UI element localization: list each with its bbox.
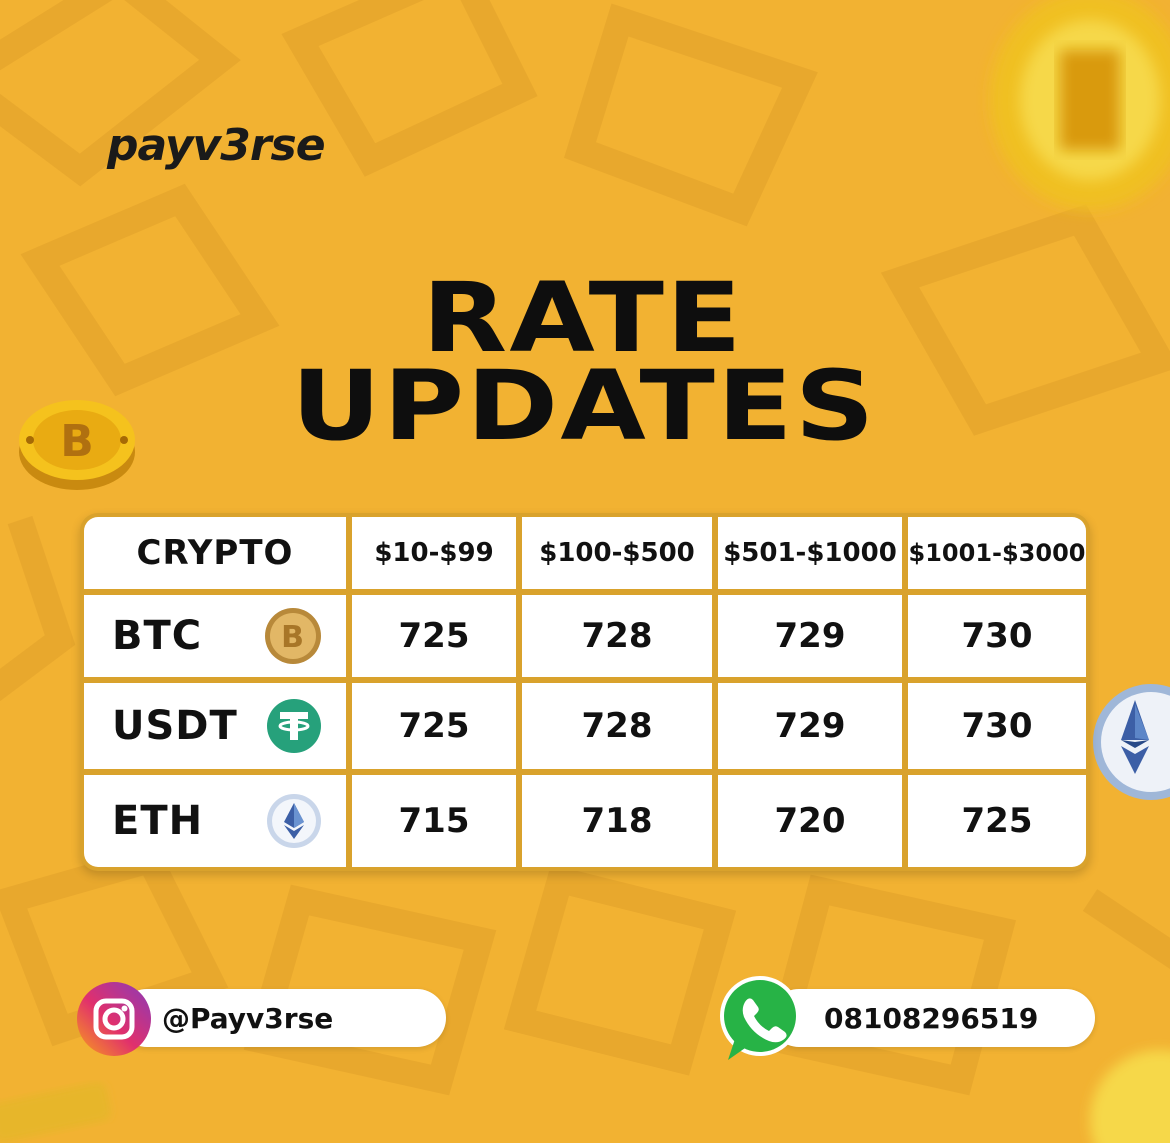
instagram-icon[interactable] <box>76 981 152 1057</box>
whatsapp-icon[interactable] <box>714 972 806 1064</box>
coin-decoration-top-right <box>990 0 1170 210</box>
rate-usdt-range-1: 725 <box>352 683 516 769</box>
rate-btc-range-4: 730 <box>908 595 1086 677</box>
ethereum-coin-decoration-icon <box>1093 684 1170 800</box>
coin-label: BTC <box>112 613 203 659</box>
rate-btc-range-2: 728 <box>522 595 712 677</box>
brand-logo: payv3rse <box>107 120 326 171</box>
header-range-3: $501-$1000 <box>718 517 902 589</box>
rate-btc-range-1: 725 <box>352 595 516 677</box>
rates-table: CRYPTO $10-$99 $100-$500 $501-$1000 $100… <box>80 513 1090 871</box>
rate-usdt-range-4: 730 <box>908 683 1086 769</box>
header-range-1: $10-$99 <box>352 517 516 589</box>
row-coin-usdt: USDT <box>84 683 346 769</box>
coin-decoration-bottom-right <box>1090 1050 1170 1143</box>
rate-usdt-range-2: 728 <box>522 683 712 769</box>
coin-decoration-bottom-left <box>0 1081 112 1143</box>
svg-text:B: B <box>281 620 305 655</box>
coin-label: ETH <box>112 798 204 844</box>
whatsapp-contact[interactable]: 08108296519 <box>770 989 1095 1047</box>
tether-icon <box>267 699 321 753</box>
ethereum-icon <box>267 794 321 848</box>
header-range-2: $100-$500 <box>522 517 712 589</box>
rate-eth-range-3: 720 <box>718 775 902 867</box>
rate-eth-range-1: 715 <box>352 775 516 867</box>
header-crypto: CRYPTO <box>84 517 346 589</box>
header-range-4: $1001-$3000 <box>908 517 1086 589</box>
row-coin-eth: ETH <box>84 775 346 867</box>
rate-usdt-range-3: 729 <box>718 683 902 769</box>
row-coin-btc: BTC B <box>84 595 346 677</box>
rate-btc-range-3: 729 <box>718 595 902 677</box>
instagram-contact[interactable]: @Payv3rse <box>118 989 446 1047</box>
instagram-handle: @Payv3rse <box>162 1001 334 1035</box>
coin-label: USDT <box>112 703 238 749</box>
rate-eth-range-4: 725 <box>908 775 1086 867</box>
title-line-2: UPDATES <box>291 350 877 462</box>
rate-eth-range-2: 718 <box>522 775 712 867</box>
whatsapp-number: 08108296519 <box>824 1001 1039 1035</box>
bitcoin-icon: B <box>265 608 321 664</box>
